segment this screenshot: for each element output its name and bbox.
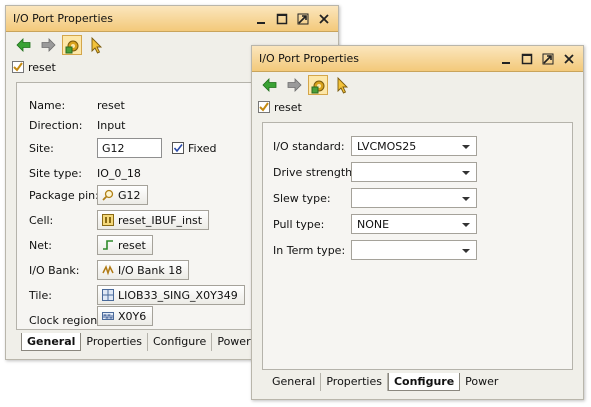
maximize-icon[interactable]: [274, 11, 290, 27]
net-link[interactable]: reset: [97, 235, 153, 255]
clock-region-link[interactable]: X0Y6: [97, 306, 154, 326]
in-term-type-dropdown[interactable]: [351, 240, 477, 260]
drive-strength-row: Drive strength:: [263, 162, 572, 184]
io-standard-dropdown[interactable]: LVCMOS25: [351, 136, 477, 156]
cell-icon: [102, 214, 114, 226]
package-pin-link[interactable]: G12: [97, 185, 148, 205]
package-pin-value: G12: [118, 188, 141, 202]
cursor-arrow-icon[interactable]: [332, 75, 352, 95]
forward-arrow-icon[interactable]: [38, 35, 58, 55]
cell-label: Cell:: [29, 214, 54, 227]
float-window-icon[interactable]: [295, 11, 311, 27]
window-controls: [498, 51, 577, 67]
in-term-type-label: In Term type:: [273, 244, 346, 257]
gear-icon[interactable]: [308, 75, 328, 95]
name-value: reset: [97, 99, 125, 112]
window-title: I/O Port Properties: [259, 52, 359, 65]
direction-label: Direction:: [29, 119, 83, 132]
clock-region-value: X0Y6: [118, 309, 147, 323]
window-titlebar[interactable]: I/O Port Properties: [6, 6, 338, 32]
io-standard-row: I/O standard: LVCMOS25: [263, 136, 572, 158]
site-type-label: Site type:: [29, 167, 82, 180]
tab-properties[interactable]: Properties: [81, 333, 148, 351]
drive-strength-label: Drive strength:: [273, 166, 356, 179]
tab-configure[interactable]: Configure: [387, 373, 461, 391]
tile-link[interactable]: LIOB33_SING_X0Y349: [97, 285, 245, 305]
tab-bar: General Properties Configure Power: [267, 373, 503, 391]
close-icon[interactable]: [316, 11, 332, 27]
io-bank-icon: [102, 264, 114, 276]
slew-type-dropdown[interactable]: [351, 188, 477, 208]
tile-icon: [102, 289, 114, 301]
chevron-down-icon: [462, 145, 470, 149]
site-label: Site:: [29, 142, 54, 155]
object-name: reset: [28, 60, 56, 74]
io-bank-label: I/O Bank:: [29, 264, 80, 277]
port-checkbox-icon: [12, 61, 24, 73]
pull-type-value: NONE: [357, 218, 390, 231]
window-controls: [253, 11, 332, 27]
search-icon: [102, 189, 114, 201]
net-icon: [102, 239, 114, 251]
tab-bar: General Properties Configure Power: [21, 333, 256, 351]
chevron-down-icon: [462, 249, 470, 253]
float-window-icon[interactable]: [540, 51, 556, 67]
in-term-type-row: In Term type:: [263, 240, 572, 262]
minimize-icon[interactable]: [253, 11, 269, 27]
site-type-value: IO_0_18: [97, 167, 141, 180]
net-label: Net:: [29, 239, 53, 252]
configure-panel: I/O standard: LVCMOS25 Drive strength: S…: [262, 122, 573, 370]
tab-general[interactable]: General: [21, 333, 82, 351]
name-label: Name:: [29, 99, 66, 112]
cell-link[interactable]: reset_IBUF_inst: [97, 210, 210, 230]
direction-value: Input: [97, 119, 126, 132]
window-title: I/O Port Properties: [13, 12, 113, 25]
pull-type-dropdown[interactable]: NONE: [351, 214, 477, 234]
fixed-checkbox[interactable]: [172, 142, 184, 154]
chevron-down-icon: [462, 197, 470, 201]
io-standard-value: LVCMOS25: [357, 140, 417, 153]
back-arrow-icon[interactable]: [14, 35, 34, 55]
maximize-icon[interactable]: [519, 51, 535, 67]
clock-region-icon: [102, 310, 114, 322]
back-arrow-icon[interactable]: [260, 75, 280, 95]
cursor-arrow-icon[interactable]: [86, 35, 106, 55]
slew-type-label: Slew type:: [273, 192, 331, 205]
toolbar: [252, 73, 583, 97]
port-checkbox-icon: [258, 101, 270, 113]
site-input[interactable]: G12: [97, 138, 162, 158]
pull-type-row: Pull type: NONE: [263, 214, 572, 236]
tab-power[interactable]: Power: [460, 373, 503, 391]
io-port-properties-window-configure: I/O Port Properties reset I/O standard: …: [251, 45, 584, 400]
tab-configure[interactable]: Configure: [148, 333, 213, 351]
gear-icon[interactable]: [62, 35, 82, 55]
io-standard-label: I/O standard:: [273, 140, 345, 153]
io-bank-link[interactable]: I/O Bank 18: [97, 260, 190, 280]
tab-general[interactable]: General: [267, 373, 322, 391]
close-icon[interactable]: [561, 51, 577, 67]
window-titlebar[interactable]: I/O Port Properties: [252, 46, 583, 72]
chevron-down-icon: [462, 223, 470, 227]
pull-type-label: Pull type:: [273, 218, 325, 231]
io-bank-value: I/O Bank 18: [118, 263, 183, 277]
tile-label: Tile:: [29, 289, 52, 302]
minimize-icon[interactable]: [498, 51, 514, 67]
slew-type-row: Slew type:: [263, 188, 572, 210]
package-pin-label: Package pin:: [29, 189, 99, 202]
clock-region-label: Clock region:: [29, 314, 101, 327]
object-name: reset: [274, 100, 302, 114]
tile-value: LIOB33_SING_X0Y349: [118, 288, 238, 302]
fixed-label: Fixed: [188, 142, 217, 155]
object-row: reset: [258, 99, 583, 115]
forward-arrow-icon[interactable]: [284, 75, 304, 95]
chevron-down-icon: [462, 171, 470, 175]
tab-power[interactable]: Power: [212, 333, 255, 351]
net-value: reset: [118, 238, 146, 252]
tab-properties[interactable]: Properties: [321, 373, 388, 391]
content-area: I/O standard: LVCMOS25 Drive strength: S…: [257, 117, 578, 395]
drive-strength-dropdown[interactable]: [351, 162, 477, 182]
cell-value: reset_IBUF_inst: [118, 213, 203, 227]
